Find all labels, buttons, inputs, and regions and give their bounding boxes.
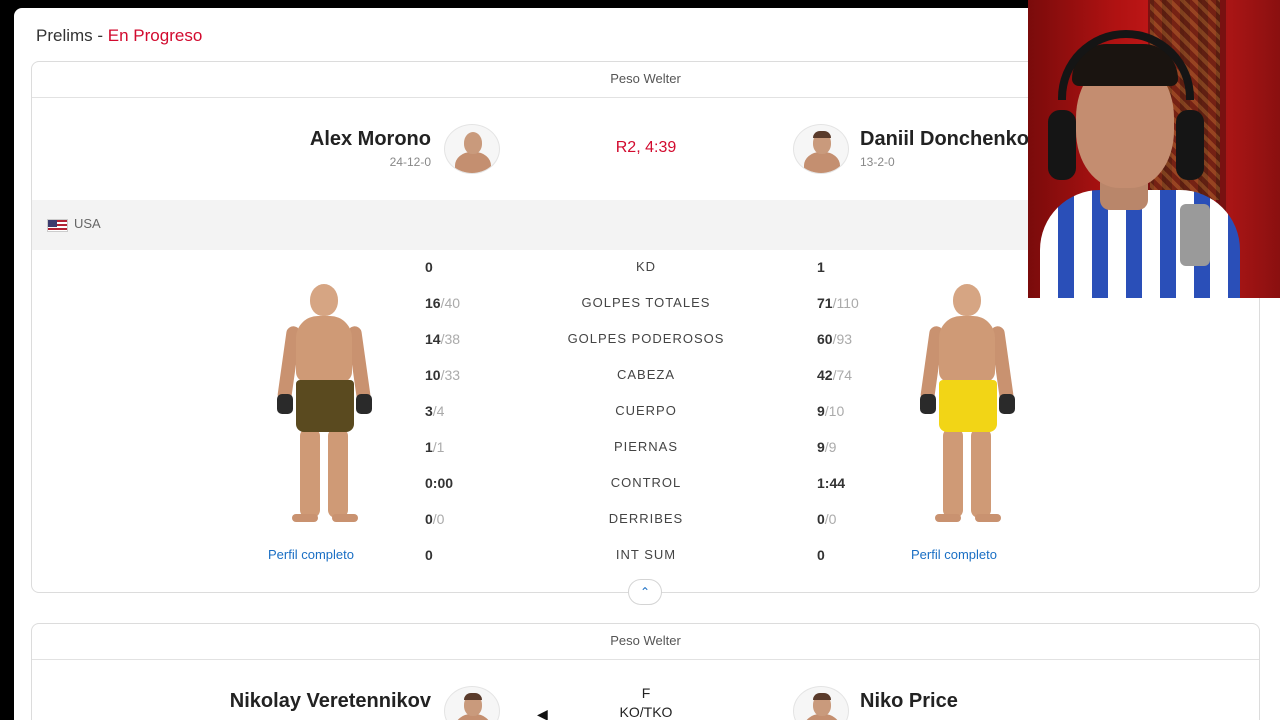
- stat-left-value: 1/1: [425, 439, 444, 455]
- stat-right-landed: 1:44: [817, 475, 846, 491]
- stat-row: 10/33 CABEZA 42/74: [32, 367, 1259, 389]
- stat-row: 16/40 GOLPES TOTALES 71/110: [32, 295, 1259, 317]
- stat-left-attempted: /1: [432, 439, 445, 455]
- fight-result: F KO/TKO: [592, 684, 700, 720]
- stat-left-landed: 0: [425, 511, 433, 527]
- caret-left-icon: ◀: [537, 706, 548, 720]
- stat-row: 1/1 PIERNAS 9/9: [32, 439, 1259, 461]
- stat-left-value: 10/33: [425, 367, 460, 383]
- stat-left-landed: 0: [425, 259, 433, 275]
- stat-label: GOLPES PODEROSOS: [567, 331, 725, 346]
- stat-left-landed: 0: [425, 547, 433, 563]
- stat-label: KD: [635, 259, 657, 274]
- stat-left-landed: 14: [425, 331, 441, 347]
- fighter-left-profile-link[interactable]: Perfil completo: [268, 547, 354, 562]
- stat-left-value: 3/4: [425, 403, 444, 419]
- fighter-right-headshot[interactable]: [793, 124, 849, 174]
- stat-label: DERRIBES: [608, 511, 684, 526]
- stat-label: GOLPES TOTALES: [581, 295, 711, 310]
- section-header: Prelims - En Progreso: [36, 26, 202, 46]
- stat-label: INT SUM: [615, 547, 677, 562]
- stat-right-value: 1: [817, 259, 825, 275]
- stat-right-landed: 0: [817, 547, 825, 563]
- stat-right-landed: 42: [817, 367, 833, 383]
- webcam-overlay: [1028, 0, 1280, 298]
- stat-right-value: 71/110: [817, 295, 859, 311]
- stat-left-landed: 10: [425, 367, 441, 383]
- stat-left-value: 0: [425, 547, 433, 563]
- stat-right-value: 42/74: [817, 367, 852, 383]
- stat-left-attempted: /38: [440, 331, 461, 347]
- fighter-right-profile-link[interactable]: Perfil completo: [911, 547, 997, 562]
- stat-right-attempted: /9: [824, 439, 837, 455]
- section-status: En Progreso: [107, 26, 203, 45]
- stat-left-value: 0:00: [425, 475, 453, 491]
- stat-row: 14/38 GOLPES PODEROSOS 60/93: [32, 331, 1259, 353]
- section-label: Prelims: [36, 26, 93, 45]
- stat-right-value: 9/9: [817, 439, 836, 455]
- fighter-left-country: USA: [74, 216, 101, 231]
- stat-left-attempted: /40: [440, 295, 461, 311]
- stat-left-attempted: /4: [432, 403, 445, 419]
- fight-result-line1: F: [641, 685, 651, 701]
- stat-right-landed: 9: [817, 439, 825, 455]
- stat-label: CONTROL: [610, 475, 682, 490]
- stat-row: 0/0 DERRIBES 0/0: [32, 511, 1259, 533]
- stat-right-value: 0/0: [817, 511, 836, 527]
- collapse-button[interactable]: ⌃: [628, 579, 662, 605]
- stat-right-value: 9/10: [817, 403, 844, 419]
- stat-right-landed: 60: [817, 331, 833, 347]
- stat-right-landed: 0: [817, 511, 825, 527]
- stat-left-landed: 16: [425, 295, 441, 311]
- fighter-left-name[interactable]: Nikolay Veretennikov: [230, 690, 431, 713]
- stat-right-value: 1:44: [817, 475, 845, 491]
- stat-left-value: 0: [425, 259, 433, 275]
- stat-right-attempted: /110: [832, 295, 859, 311]
- fight-result-line2: KO/TKO: [619, 704, 673, 720]
- stat-left-landed: 3: [425, 403, 433, 419]
- fighter-left-headshot[interactable]: [444, 686, 500, 720]
- stat-right-landed: 9: [817, 403, 825, 419]
- stat-row: 3/4 CUERPO 9/10: [32, 403, 1259, 425]
- stat-left-value: 0/0: [425, 511, 444, 527]
- stat-left-value: 14/38: [425, 331, 460, 347]
- stat-row: 0 INT SUM 0: [32, 547, 1259, 569]
- stat-right-attempted: /74: [832, 367, 853, 383]
- stat-right-attempted: /93: [832, 331, 853, 347]
- stat-label: CABEZA: [616, 367, 675, 382]
- stat-left-landed: 0:00: [425, 475, 454, 491]
- stat-row: 0:00 CONTROL 1:44: [32, 475, 1259, 497]
- fighter-left-headshot[interactable]: [444, 124, 500, 174]
- stat-label: PIERNAS: [613, 439, 679, 454]
- section-separator: -: [92, 26, 108, 45]
- fighter-right-name[interactable]: Daniil Donchenko: [860, 128, 1029, 151]
- fighter-right-headshot[interactable]: [793, 686, 849, 720]
- stat-right-landed: 1: [817, 259, 825, 275]
- fighter-left-record: 24-12-0: [389, 155, 431, 169]
- stat-left-attempted: /0: [432, 511, 445, 527]
- stat-right-attempted: /0: [824, 511, 837, 527]
- screen: Prelims - En Progreso Peso Welter Alex M…: [0, 0, 1280, 720]
- fight-card[interactable]: Peso Welter Nikolay Veretennikov ◀ F KO/…: [31, 623, 1260, 720]
- stat-left-value: 16/40: [425, 295, 460, 311]
- fighter-right-record: 13-2-0: [860, 155, 895, 169]
- stat-right-value: 60/93: [817, 331, 852, 347]
- fighter-right-name[interactable]: Niko Price: [860, 690, 958, 713]
- fight-result: R2, 4:39: [615, 139, 677, 156]
- stat-right-attempted: /10: [824, 403, 845, 419]
- stat-right-landed: 71: [817, 295, 833, 311]
- stat-left-attempted: /33: [440, 367, 461, 383]
- stat-right-value: 0: [817, 547, 825, 563]
- weight-class-label: Peso Welter: [32, 624, 1259, 660]
- stat-left-landed: 1: [425, 439, 433, 455]
- usa-flag-icon: [47, 219, 68, 232]
- stat-label: CUERPO: [615, 403, 677, 418]
- fighter-left-name[interactable]: Alex Morono: [310, 128, 431, 151]
- chevron-up-icon: ⌃: [639, 585, 651, 599]
